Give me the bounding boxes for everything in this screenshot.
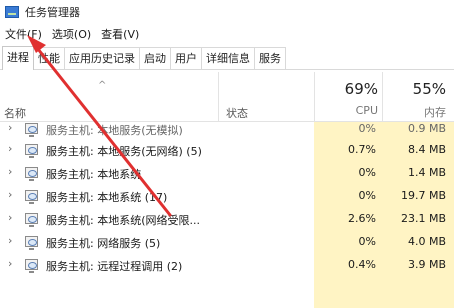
process-row[interactable]: › 服务主机: 本地系统 (17) 0% 19.7 MB bbox=[0, 184, 454, 207]
process-row[interactable]: › 服务主机: 本地服务(无模拟) 0% 0.9 MB bbox=[0, 121, 454, 138]
process-row[interactable]: › 服务主机: 本地服务(无网络) (5) 0.7% 8.4 MB bbox=[0, 138, 454, 161]
process-memory: 1.4 MB bbox=[407, 166, 446, 179]
tab-processes[interactable]: 进程 bbox=[2, 46, 34, 70]
process-row[interactable]: › 服务主机: 网络服务 (5) 0% 4.0 MB bbox=[0, 230, 454, 253]
process-row[interactable]: › 服务主机: 远程过程调用 (2) 0.4% 3.9 MB bbox=[0, 253, 454, 276]
tab-users[interactable]: 用户 bbox=[170, 47, 202, 69]
window-title: 任务管理器 bbox=[25, 6, 80, 19]
process-memory: 0.9 MB bbox=[407, 122, 446, 135]
chevron-right-icon[interactable]: › bbox=[8, 257, 12, 270]
service-host-icon bbox=[25, 190, 38, 204]
tab-services[interactable]: 服务 bbox=[254, 47, 286, 69]
memory-total[interactable]: 55% bbox=[384, 80, 446, 98]
process-name: 服务主机: 本地系统 bbox=[46, 168, 142, 181]
chevron-right-icon[interactable]: › bbox=[8, 211, 12, 224]
process-name: 服务主机: 远程过程调用 (2) bbox=[46, 260, 183, 273]
menu-file[interactable]: 文件(F) bbox=[0, 24, 47, 46]
service-host-icon bbox=[25, 259, 38, 273]
process-memory: 4.0 MB bbox=[407, 235, 446, 248]
process-memory: 19.7 MB bbox=[400, 189, 446, 202]
process-memory: 23.1 MB bbox=[400, 212, 446, 225]
process-name: 服务主机: 本地服务(无模拟) bbox=[46, 124, 183, 137]
process-cpu: 0% bbox=[358, 189, 376, 202]
chevron-right-icon[interactable]: › bbox=[8, 121, 12, 134]
task-manager-icon bbox=[5, 6, 19, 18]
process-name: 服务主机: 本地系统 (17) bbox=[46, 191, 168, 204]
process-cpu: 0.4% bbox=[348, 258, 376, 271]
service-host-icon bbox=[25, 213, 38, 227]
tab-startup[interactable]: 启动 bbox=[139, 47, 171, 69]
process-memory: 3.9 MB bbox=[407, 258, 446, 271]
tab-app-history[interactable]: 应用历史记录 bbox=[64, 47, 140, 69]
service-host-icon bbox=[25, 144, 38, 158]
chevron-right-icon[interactable]: › bbox=[8, 165, 12, 178]
service-host-icon bbox=[25, 167, 38, 181]
sort-arrow-icon: ^ bbox=[98, 80, 107, 91]
title-bar: 任务管理器 bbox=[0, 0, 454, 24]
menu-bar: 文件(F) 选项(O) 查看(V) bbox=[0, 24, 454, 46]
process-cpu: 0% bbox=[358, 235, 376, 248]
process-cpu: 0% bbox=[358, 166, 376, 179]
tab-details[interactable]: 详细信息 bbox=[201, 47, 255, 69]
cpu-total[interactable]: 69% bbox=[316, 80, 378, 98]
chevron-right-icon[interactable]: › bbox=[8, 142, 12, 155]
tab-bar: 进程 性能 应用历史记录 启动 用户 详细信息 服务 bbox=[0, 46, 454, 70]
service-host-icon bbox=[25, 236, 38, 250]
process-cpu: 0.7% bbox=[348, 143, 376, 156]
tab-performance[interactable]: 性能 bbox=[33, 47, 65, 69]
process-cpu: 0% bbox=[358, 122, 376, 135]
process-row[interactable]: › 服务主机: 本地系统 0% 1.4 MB bbox=[0, 161, 454, 184]
chevron-right-icon[interactable]: › bbox=[8, 234, 12, 247]
menu-view[interactable]: 查看(V) bbox=[96, 24, 144, 46]
process-name: 服务主机: 本地服务(无网络) (5) bbox=[46, 145, 202, 158]
process-list: › 服务主机: 本地服务(无模拟) 0% 0.9 MB › 服务主机: 本地服务… bbox=[0, 114, 454, 276]
process-name: 服务主机: 本地系统(网络受限... bbox=[46, 214, 200, 227]
process-row[interactable]: › 服务主机: 本地系统(网络受限... 2.6% 23.1 MB bbox=[0, 207, 454, 230]
menu-options[interactable]: 选项(O) bbox=[47, 24, 96, 46]
process-name: 服务主机: 网络服务 (5) bbox=[46, 237, 161, 250]
process-memory: 8.4 MB bbox=[407, 143, 446, 156]
process-cpu: 2.6% bbox=[348, 212, 376, 225]
service-host-icon bbox=[25, 123, 38, 137]
chevron-right-icon[interactable]: › bbox=[8, 188, 12, 201]
